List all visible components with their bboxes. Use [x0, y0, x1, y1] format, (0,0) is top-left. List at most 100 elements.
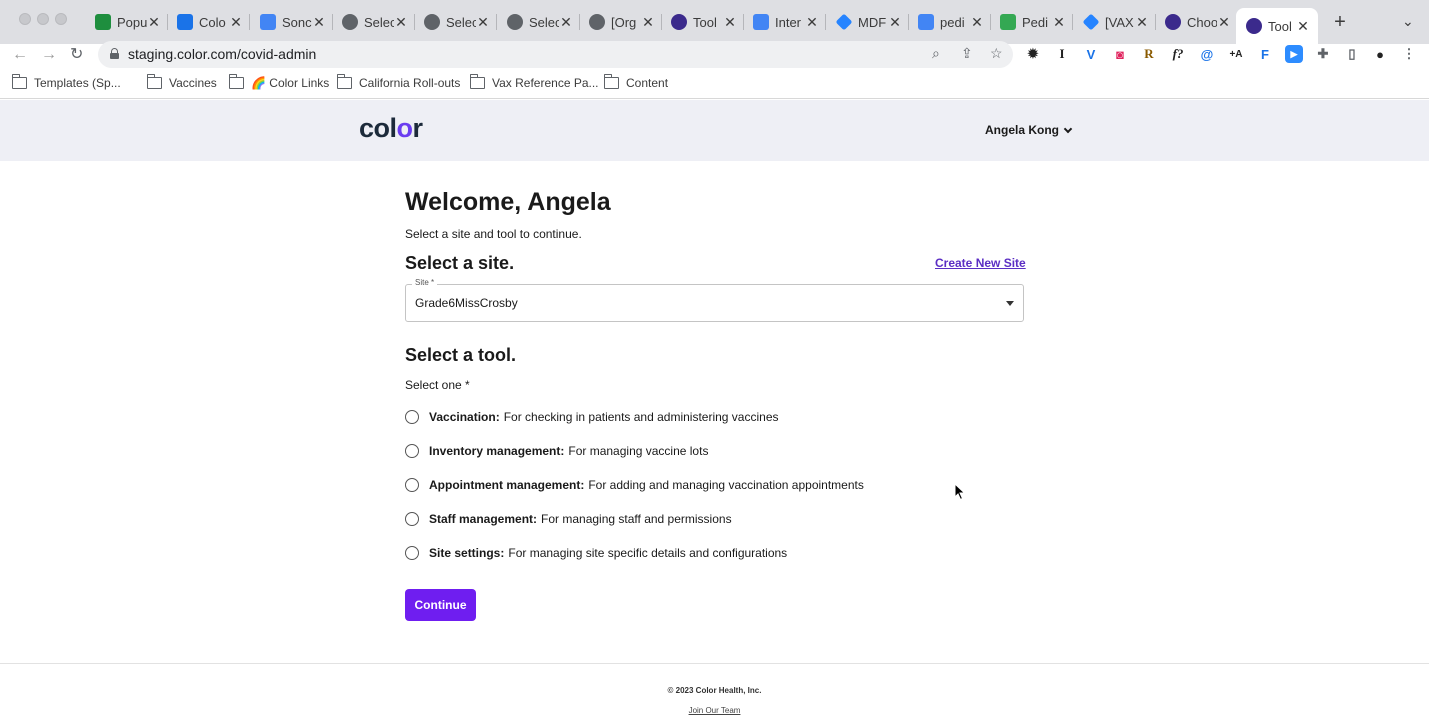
- close-icon[interactable]: ✕: [970, 14, 984, 31]
- italic-i-extension-icon[interactable]: I: [1053, 45, 1071, 63]
- window-minimize-button[interactable]: [37, 13, 49, 25]
- url-text[interactable]: staging.color.com/covid-admin: [128, 46, 316, 62]
- v-extension-icon[interactable]: V: [1082, 45, 1100, 63]
- tab-title: Choo: [1187, 14, 1217, 30]
- zoom-video-icon[interactable]: ▶: [1285, 45, 1303, 63]
- close-icon[interactable]: ✕: [147, 14, 161, 31]
- lock-icon: [110, 48, 119, 59]
- f-extension-icon[interactable]: F: [1256, 45, 1274, 63]
- close-icon[interactable]: ✕: [805, 14, 819, 31]
- tab-search-chevron-icon[interactable]: ⌄: [1402, 13, 1414, 30]
- window-close-button[interactable]: [19, 13, 31, 25]
- gear-extension-icon[interactable]: ✹: [1024, 45, 1042, 63]
- bookmark-item[interactable]: Content: [604, 74, 669, 90]
- browser-tab[interactable]: Selec ✕: [424, 8, 490, 36]
- tab-separator: [167, 14, 168, 30]
- kebab-menu-icon[interactable]: ⋮: [1400, 45, 1418, 63]
- back-arrow-icon[interactable]: ←: [12, 45, 28, 65]
- browser-tab[interactable]: Sonc ✕: [260, 8, 326, 36]
- tool-option[interactable]: Inventory management: For managing vaccin…: [405, 442, 708, 460]
- radio-button[interactable]: [405, 546, 419, 560]
- bookmark-item[interactable]: Vaccines: [147, 74, 217, 90]
- browser-tab[interactable]: Colo ✕: [177, 8, 243, 36]
- close-icon[interactable]: ✕: [723, 14, 737, 31]
- translate-extension-icon[interactable]: +A: [1227, 45, 1245, 63]
- bookmark-item[interactable]: 🌈 Color Links: [229, 74, 329, 90]
- tool-option[interactable]: Appointment management: For adding and ma…: [405, 476, 864, 494]
- browser-tab[interactable]: [VAX ✕: [1083, 8, 1149, 36]
- globe-icon: [342, 14, 358, 30]
- close-icon[interactable]: ✕: [1052, 14, 1066, 31]
- tool-option[interactable]: Site settings: For managing site specific…: [405, 544, 787, 562]
- folder-icon: [470, 74, 485, 89]
- browser-tab[interactable]: Popu ✕: [95, 8, 161, 36]
- site-select-value: Grade6MissCrosby: [415, 296, 518, 310]
- tool-option[interactable]: Vaccination: For checking in patients and…: [405, 408, 779, 426]
- tool-option[interactable]: Staff management: For managing staff and …: [405, 510, 732, 528]
- create-new-site-link[interactable]: Create New Site: [935, 256, 1026, 270]
- close-icon[interactable]: ✕: [394, 14, 408, 31]
- reload-icon[interactable]: ↻: [70, 45, 83, 65]
- close-icon[interactable]: ✕: [476, 14, 490, 31]
- bookmark-label: Content: [626, 76, 669, 90]
- window-zoom-button[interactable]: [55, 13, 67, 25]
- browser-tab[interactable]: pedi ✕: [918, 8, 984, 36]
- user-name: Angela Kong: [985, 123, 1059, 137]
- close-icon[interactable]: ✕: [1296, 18, 1310, 35]
- close-icon[interactable]: ✕: [312, 14, 326, 31]
- profile-avatar-icon[interactable]: ●: [1371, 45, 1389, 63]
- radio-button[interactable]: [405, 444, 419, 458]
- jira-icon: [836, 13, 853, 31]
- radio-button[interactable]: [405, 410, 419, 424]
- zoom-search-icon[interactable]: ⌕: [932, 45, 940, 62]
- tool-description: For managing site specific details and c…: [508, 546, 788, 560]
- bookmark-star-icon[interactable]: ☆: [990, 45, 1003, 62]
- formula-extension-icon[interactable]: f?: [1169, 45, 1187, 63]
- close-icon[interactable]: ✕: [888, 14, 902, 31]
- browser-tab-active[interactable]: Tool ✕: [1236, 8, 1318, 44]
- at-extension-icon[interactable]: @: [1198, 45, 1216, 63]
- side-panel-icon[interactable]: ▯: [1343, 45, 1361, 63]
- close-icon[interactable]: ✕: [1135, 14, 1149, 31]
- tool-name: Staff management:: [429, 512, 538, 526]
- join-our-team-link[interactable]: Join Our Team: [0, 706, 1429, 715]
- browser-tab[interactable]: Pedi ✕: [1000, 8, 1066, 36]
- bookmark-item[interactable]: California Roll-outs: [337, 74, 460, 90]
- tab-separator: [249, 14, 250, 30]
- bookmark-item[interactable]: Templates (Sp...: [12, 74, 121, 90]
- bookmark-label: Vax Reference Pa...: [492, 76, 599, 90]
- continue-button[interactable]: Continue: [405, 589, 476, 621]
- bookmark-item[interactable]: Vax Reference Pa...: [470, 74, 599, 90]
- radio-button[interactable]: [405, 512, 419, 526]
- tab-title: [VAX: [1105, 14, 1134, 30]
- close-icon[interactable]: ✕: [641, 14, 655, 31]
- browser-tab[interactable]: Tool ✕: [671, 8, 737, 36]
- select-one-label: Select one *: [405, 378, 470, 392]
- color-logo[interactable]: color: [359, 113, 423, 144]
- browser-tab[interactable]: Selec ✕: [507, 8, 573, 36]
- share-icon[interactable]: ⇪: [961, 45, 973, 62]
- forward-arrow-icon[interactable]: →: [41, 45, 57, 65]
- user-menu-button[interactable]: Angela Kong: [985, 123, 1073, 137]
- tab-title: Colo: [199, 14, 226, 30]
- pocket-icon[interactable]: ◙: [1111, 45, 1129, 63]
- browser-tab[interactable]: Choo ✕: [1165, 8, 1231, 36]
- close-icon[interactable]: ✕: [229, 14, 243, 31]
- tab-separator: [414, 14, 415, 30]
- close-icon[interactable]: ✕: [1217, 14, 1231, 31]
- mouse-pointer-icon: [954, 483, 966, 501]
- r-extension-icon[interactable]: R: [1140, 45, 1158, 63]
- puzzle-extensions-icon[interactable]: ✚: [1314, 45, 1332, 63]
- new-tab-button[interactable]: +: [1330, 12, 1350, 32]
- bookmark-label: Vaccines: [169, 76, 217, 90]
- tool-description: For adding and managing vaccination appo…: [588, 478, 864, 492]
- radio-button[interactable]: [405, 478, 419, 492]
- browser-tab[interactable]: Inter ✕: [753, 8, 819, 36]
- folder-icon: [12, 74, 27, 89]
- folder-icon: [147, 74, 162, 89]
- tab-title: Pedi: [1022, 14, 1049, 30]
- browser-tab[interactable]: [Org ✕: [589, 8, 655, 36]
- browser-tab[interactable]: MDF ✕: [836, 8, 902, 36]
- browser-tab[interactable]: Selec ✕: [342, 8, 408, 36]
- close-icon[interactable]: ✕: [559, 14, 573, 31]
